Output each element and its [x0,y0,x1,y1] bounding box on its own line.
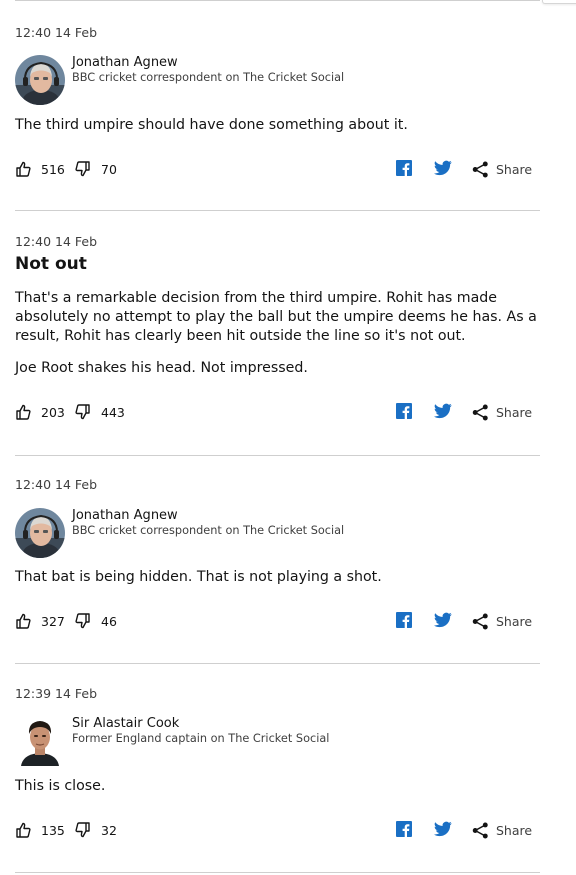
thumbs-up-icon [16,161,31,177]
like-button[interactable]: 135 [15,818,65,842]
author-name: Jonathan Agnew [72,508,178,523]
share-button[interactable]: Share [472,157,532,181]
author-avatar [15,55,65,105]
twitter-icon[interactable] [434,612,452,628]
facebook-icon[interactable] [396,821,412,837]
post-text: That's a remarkable decision from the th… [15,290,537,344]
facebook-icon[interactable] [396,403,412,419]
thumbs-down-icon [75,161,90,177]
divider [15,872,540,873]
like-button[interactable]: 516 [15,157,65,181]
share-button[interactable]: Share [472,818,532,842]
person-photo-icon [15,508,65,558]
dislike-button[interactable]: 443 [75,400,125,424]
author-role: BBC cricket correspondent on The Cricket… [72,524,345,537]
dislike-count: 32 [101,822,117,838]
post-headline: Not out [15,254,87,274]
divider [15,210,540,211]
thumbs-down-icon [75,404,90,420]
share-label: Share [496,161,533,177]
like-count: 203 [41,404,65,420]
post-timestamp: 12:40 14 Feb [15,25,98,40]
share-button[interactable]: Share [472,400,532,424]
post-actions: 203 443 Share [15,400,540,424]
share-label: Share [496,613,533,629]
feed-post: 12:40 14 Feb Not out That's a remarkable… [15,212,540,456]
person-photo-icon [15,716,65,766]
dislike-button[interactable]: 70 [75,157,117,181]
post-actions: 135 32 Share [15,818,540,842]
post-actions: 327 46 Share [15,609,540,633]
feed-post: 12:39 14 Feb Sir Alastair Cook Former En… [15,664,540,875]
twitter-icon[interactable] [434,821,452,837]
dislike-count: 46 [101,613,117,629]
like-count: 135 [41,822,65,838]
share-button[interactable]: Share [472,609,532,633]
author-role: BBC cricket correspondent on The Cricket… [72,71,345,84]
dislike-count: 443 [101,404,125,420]
facebook-icon[interactable] [396,160,412,176]
author-name: Jonathan Agnew [72,55,178,70]
author-name: Sir Alastair Cook [72,716,180,731]
dislike-button[interactable]: 46 [75,609,117,633]
share-icon [472,404,488,420]
share-icon [472,613,488,629]
like-button[interactable]: 203 [15,400,65,424]
thumbs-up-icon [16,822,31,838]
twitter-icon[interactable] [434,403,452,419]
post-text: Joe Root shakes his head. Not impressed. [15,360,308,376]
dislike-count: 70 [101,161,117,177]
share-icon [472,822,488,838]
post-text: The third umpire should have done someth… [15,117,408,133]
thumbs-up-icon [16,613,31,629]
facebook-icon[interactable] [396,612,412,628]
post-text: This is close. [15,778,106,794]
dislike-button[interactable]: 32 [75,818,117,842]
floating-widget-edge[interactable] [542,0,576,4]
post-timestamp: 12:40 14 Feb [15,234,98,249]
twitter-icon[interactable] [434,160,452,176]
thumbs-down-icon [75,613,90,629]
thumbs-down-icon [75,822,90,838]
feed-post: 12:40 14 Feb Jonathan Agnew BBC cricket … [15,0,540,212]
thumbs-up-icon [16,404,31,420]
share-label: Share [496,822,533,838]
person-photo-icon [15,55,65,105]
feed-post: 12:40 14 Feb Jonathan Agnew BBC cricket … [15,456,540,664]
like-count: 327 [41,613,65,629]
post-timestamp: 12:39 14 Feb [15,686,98,701]
author-avatar [15,716,65,766]
like-button[interactable]: 327 [15,609,65,633]
post-actions: 516 70 Share [15,157,540,181]
post-timestamp: 12:40 14 Feb [15,477,98,492]
share-icon [472,161,488,177]
post-text: That bat is being hidden. That is not pl… [15,569,382,585]
author-avatar [15,508,65,558]
like-count: 516 [41,161,65,177]
share-label: Share [496,404,533,420]
author-role: Former England captain on The Cricket So… [72,732,330,745]
